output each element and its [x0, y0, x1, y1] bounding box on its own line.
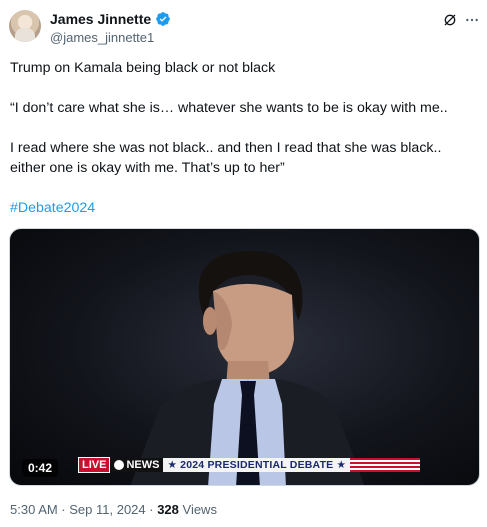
- views-label: Views: [178, 502, 217, 517]
- tweet-meta: 5:30 AM · Sep 11, 2024 · 328 Views: [10, 502, 217, 517]
- tweet-text: Trump on Kamala being black or not black…: [10, 58, 475, 218]
- ticker-title: ★ 2024 PRESIDENTIAL DEBATE ★: [163, 458, 351, 472]
- tweet-text-line: Trump on Kamala being black or not black: [10, 60, 276, 76]
- network-name: NEWS: [126, 459, 160, 471]
- tweet-card: James Jinnette @james_jinnette1 Trump on…: [0, 0, 487, 527]
- avatar-figure: [15, 28, 35, 42]
- tweet-text-line: “I don’t care what she is… whatever she …: [10, 100, 448, 116]
- avatar[interactable]: [9, 10, 41, 42]
- flag-stripes: [350, 458, 421, 472]
- live-badge: LIVE: [78, 457, 111, 473]
- author-display-name[interactable]: James Jinnette: [50, 11, 151, 27]
- author-name-row: James Jinnette: [50, 11, 171, 27]
- grok-icon[interactable]: [442, 12, 458, 28]
- video-player[interactable]: 0:42 LIVE NEWS ★ 2024 PRESIDENTIAL DEBAT…: [9, 228, 480, 486]
- hashtag-link[interactable]: #Debate2024: [10, 200, 95, 216]
- views-count: 328: [157, 502, 179, 517]
- network-logo-icon: [114, 460, 125, 470]
- video-duration: 0:42: [22, 459, 59, 477]
- author-handle[interactable]: @james_jinnette1: [50, 30, 154, 45]
- tweet-text-line: I read where she was not black.. and the…: [10, 140, 442, 176]
- tweet-timestamp[interactable]: 5:30 AM · Sep 11, 2024 ·: [10, 502, 157, 517]
- network-badge: NEWS: [110, 458, 164, 472]
- verified-badge-icon: [156, 12, 171, 26]
- video-frame: [130, 250, 365, 485]
- more-icon[interactable]: [464, 12, 480, 28]
- news-ticker: LIVE NEWS ★ 2024 PRESIDENTIAL DEBATE ★: [78, 457, 421, 473]
